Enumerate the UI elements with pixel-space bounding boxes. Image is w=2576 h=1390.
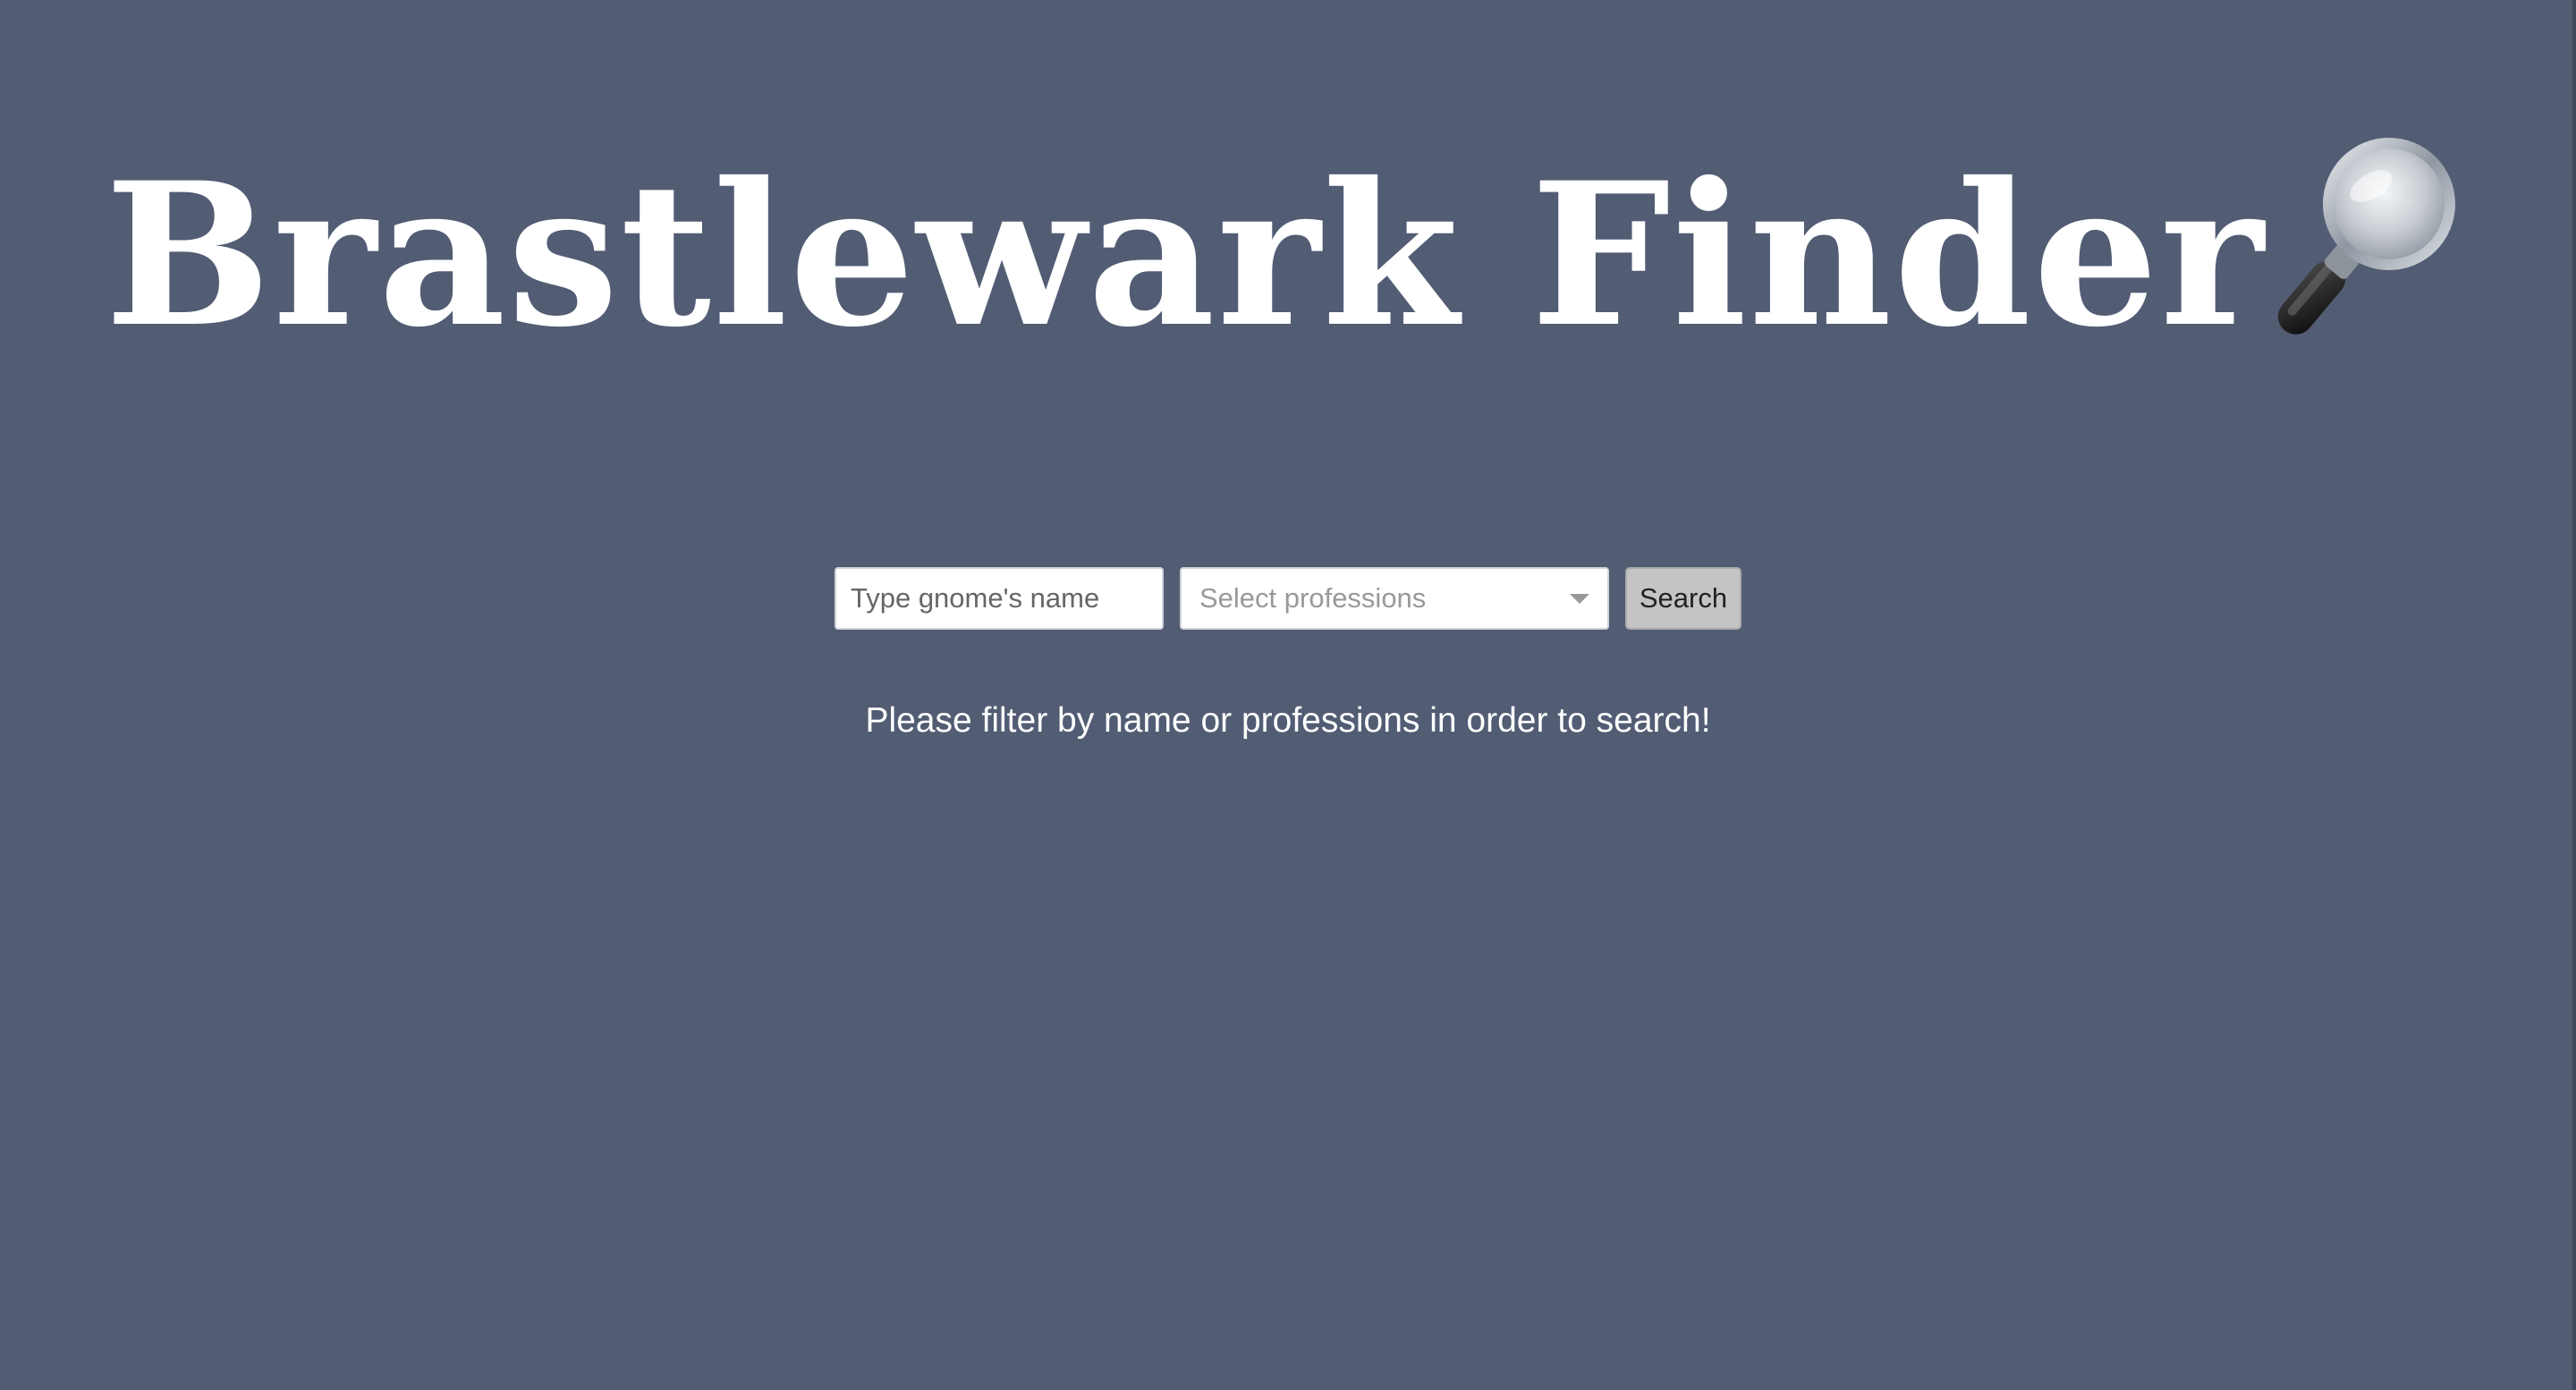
magnifying-glass-icon bbox=[2277, 138, 2455, 335]
professions-select[interactable]: Select professions bbox=[1180, 567, 1609, 630]
page: Brastlewark Finder Type gnome's name Sel… bbox=[0, 0, 2576, 1390]
window-edge bbox=[2572, 0, 2576, 1390]
header: Brastlewark Finder bbox=[0, 134, 2576, 376]
page-title: Brastlewark Finder bbox=[105, 139, 2266, 370]
search-bar: Select professions Search bbox=[0, 567, 2576, 630]
professions-select-placeholder: Select professions bbox=[1199, 582, 1427, 614]
chevron-down-icon[interactable] bbox=[1570, 593, 1589, 604]
gnome-name-input[interactable] bbox=[835, 567, 1164, 630]
search-hint: Please filter by name or professions in … bbox=[865, 701, 1711, 740]
search-button[interactable]: Search bbox=[1625, 567, 1741, 630]
